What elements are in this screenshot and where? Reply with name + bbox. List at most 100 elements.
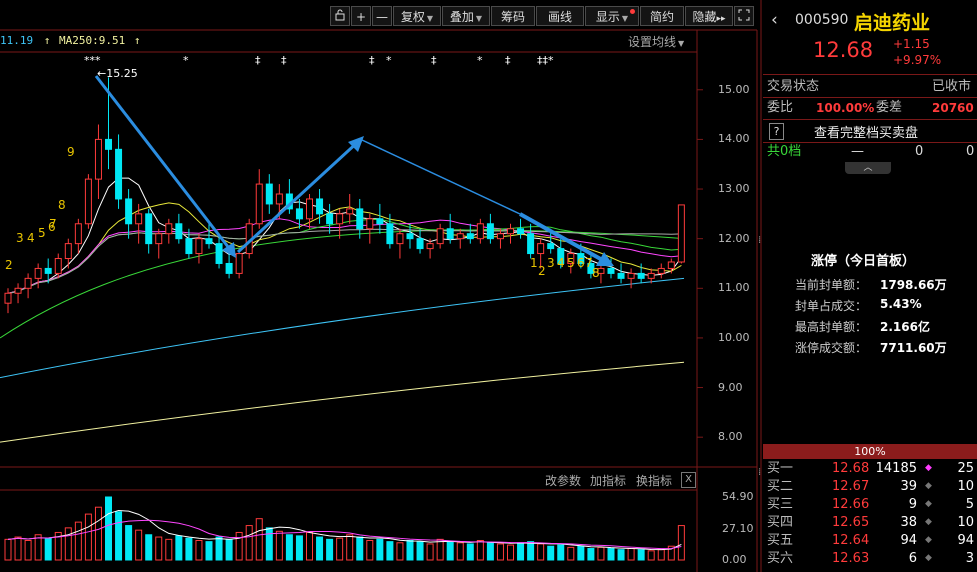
ma-legend: 11.19 ↑ MA250:9.51 ↑	[0, 34, 140, 47]
order-label: 买六	[767, 551, 794, 566]
candle	[677, 204, 685, 264]
expand-icon	[738, 9, 750, 21]
price-tick-label: 10.00	[718, 330, 750, 344]
count-marker: 4	[27, 231, 35, 245]
order-volume: 14185	[875, 461, 917, 476]
count-marker: 8	[592, 266, 600, 280]
limit-stat-label: 涨停成交额：	[795, 341, 868, 355]
price-tick-label: 11.00	[718, 281, 750, 295]
collapse-chevron-up-icon[interactable]: ︿	[845, 162, 891, 174]
order-count: 25	[957, 461, 974, 476]
count-marker: 3	[16, 231, 24, 245]
price-tick-label: 13.00	[718, 182, 750, 196]
close-icon: X	[685, 474, 692, 485]
lock-button[interactable]	[330, 6, 350, 26]
volume-tick-label: 27.10	[722, 521, 754, 535]
candle	[125, 189, 133, 239]
volume-bar	[275, 530, 283, 561]
candle	[366, 213, 374, 244]
candle	[115, 134, 123, 209]
settings-ma-button[interactable]: 设置均线 ▼	[628, 33, 684, 50]
notification-dot-icon	[630, 9, 635, 14]
diejia-button[interactable]: 叠加 ▼	[442, 6, 490, 26]
order-book-row: 买一 12.68 14185 ◆ 25	[767, 460, 977, 477]
signal-marker: ‡	[281, 54, 287, 67]
volume-bar	[627, 548, 635, 561]
xianshi-button[interactable]: 显示 ▼	[585, 6, 639, 26]
minus-label: —	[376, 10, 388, 24]
volume-bar	[647, 550, 655, 561]
price-tick-label: 14.00	[718, 132, 750, 146]
order-label: 买三	[767, 497, 794, 512]
huaxian-button[interactable]: 画线	[536, 6, 584, 26]
order-label: 买一	[767, 461, 794, 476]
order-price: 12.64	[832, 533, 870, 548]
candle	[64, 238, 72, 269]
candle	[517, 218, 525, 239]
order-volume: 38	[900, 515, 917, 530]
candle	[255, 169, 263, 229]
order-label: 买四	[767, 515, 794, 530]
volume-bar	[466, 543, 474, 561]
stock-name: 启迪药业	[854, 12, 931, 34]
candle	[295, 198, 303, 229]
volume-bar	[496, 543, 504, 561]
full-orderbook-label: 查看完整档买卖盘	[814, 126, 919, 141]
zoom-out-button[interactable]: —	[372, 6, 392, 26]
volume-bar	[476, 539, 484, 561]
volume-bar	[94, 506, 102, 561]
candle	[396, 228, 404, 259]
volume-bar	[64, 527, 72, 561]
change-params-button[interactable]: 改参数	[545, 472, 581, 489]
full-orderbook-button[interactable]: ? 查看完整档买卖盘	[767, 122, 977, 141]
candle	[466, 223, 474, 244]
volume-bar	[195, 539, 203, 561]
volume-bar	[316, 536, 324, 561]
switch-indicator-button[interactable]: 换指标	[636, 472, 672, 489]
jianyue-button[interactable]: 简约	[640, 6, 684, 26]
volume-bar	[205, 541, 213, 561]
volume-bar	[44, 537, 52, 561]
volume-bar	[557, 544, 565, 561]
count-marker: 6	[577, 256, 585, 270]
chevron-down-icon: ▼	[475, 14, 483, 23]
question-icon: ?	[769, 123, 784, 140]
fuquan-button[interactable]: 复权 ▼	[393, 6, 441, 26]
chouma-button[interactable]: 筹码	[491, 6, 535, 26]
xianshi-label: 显示	[595, 10, 620, 24]
signal-marker: ‡‡*	[537, 54, 554, 67]
volume-tick-label: 54.90	[722, 490, 754, 503]
high-price-label: ←15.25	[97, 67, 138, 80]
fullscreen-button[interactable]	[734, 6, 754, 26]
add-indicator-button[interactable]: 加指标	[590, 472, 626, 489]
ma-up-arrow-icon: ↑	[43, 34, 51, 47]
volume-bar	[74, 521, 82, 561]
yincang-button[interactable]: 隐藏▸▸	[685, 6, 733, 26]
limit-stat-label: 封单占成交：	[795, 299, 868, 313]
jianyue-label: 简约	[649, 10, 674, 24]
volume-bar	[175, 535, 183, 561]
limit-stat-label: 最高封单额：	[795, 320, 868, 334]
candle	[145, 208, 153, 254]
zoom-in-button[interactable]: +	[351, 6, 371, 26]
count-marker: 5	[38, 226, 46, 240]
signal-marker: ***	[84, 54, 101, 67]
volume-bar	[366, 539, 374, 561]
huaxian-label: 画线	[547, 10, 572, 24]
order-marker-icon: ◆	[925, 499, 932, 509]
order-marker-icon: ◆	[925, 481, 932, 491]
limit-stat-value: 1798.66万	[880, 278, 947, 292]
chevron-down-icon: ▼	[426, 14, 434, 23]
volume-bar	[527, 541, 535, 561]
limit-up-title: 涨停（今日首板）	[811, 254, 916, 269]
order-price: 12.65	[832, 515, 870, 530]
volume-bar	[336, 537, 344, 561]
volume-bar	[295, 535, 303, 561]
order-book-row: 买六 12.63 6 ◆ 3	[767, 550, 977, 567]
count-marker: 2	[538, 264, 546, 278]
close-indicator-button[interactable]: X	[681, 472, 696, 488]
order-marker-icon: ◆	[925, 517, 932, 527]
back-chevron-icon[interactable]: ‹	[771, 10, 778, 30]
ma250-label: MA250:9.51	[59, 34, 126, 47]
candle	[34, 263, 42, 289]
